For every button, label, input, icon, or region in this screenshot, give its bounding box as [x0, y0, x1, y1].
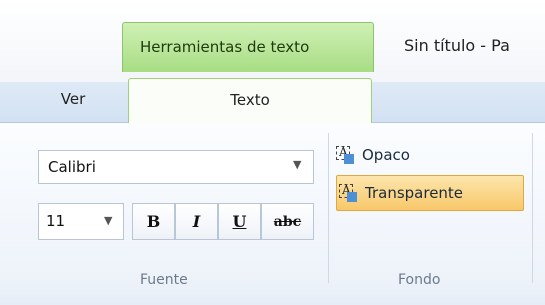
- transparent-button[interactable]: A Transparente: [336, 175, 524, 211]
- transparent-background-icon: A: [339, 183, 357, 202]
- transparent-label: Transparente: [365, 184, 464, 202]
- font-family-value[interactable]: Calibri: [48, 158, 96, 176]
- group-divider: [328, 133, 329, 283]
- font-group-label: Fuente: [140, 272, 188, 288]
- tab-texto-label[interactable]: Texto: [128, 91, 372, 109]
- group-divider: [532, 133, 533, 283]
- underline-button[interactable]: U: [218, 203, 261, 240]
- opaque-background-icon: A: [336, 145, 354, 164]
- opaque-button[interactable]: A Opaco: [336, 137, 410, 173]
- tab-ver[interactable]: Ver: [38, 90, 108, 108]
- chevron-down-icon[interactable]: ▼: [104, 214, 112, 227]
- strikethrough-button[interactable]: abc: [261, 203, 314, 240]
- window-title: Sin título - Pa: [404, 36, 510, 55]
- chevron-down-icon[interactable]: ▼: [293, 158, 301, 171]
- context-tab-header-label: Herramientas de texto: [140, 38, 310, 56]
- opaque-label: Opaco: [362, 146, 410, 164]
- bold-button[interactable]: B: [132, 203, 175, 240]
- background-group-label: Fondo: [398, 272, 441, 288]
- font-size-value[interactable]: 11: [46, 212, 65, 230]
- italic-button[interactable]: I: [175, 203, 218, 240]
